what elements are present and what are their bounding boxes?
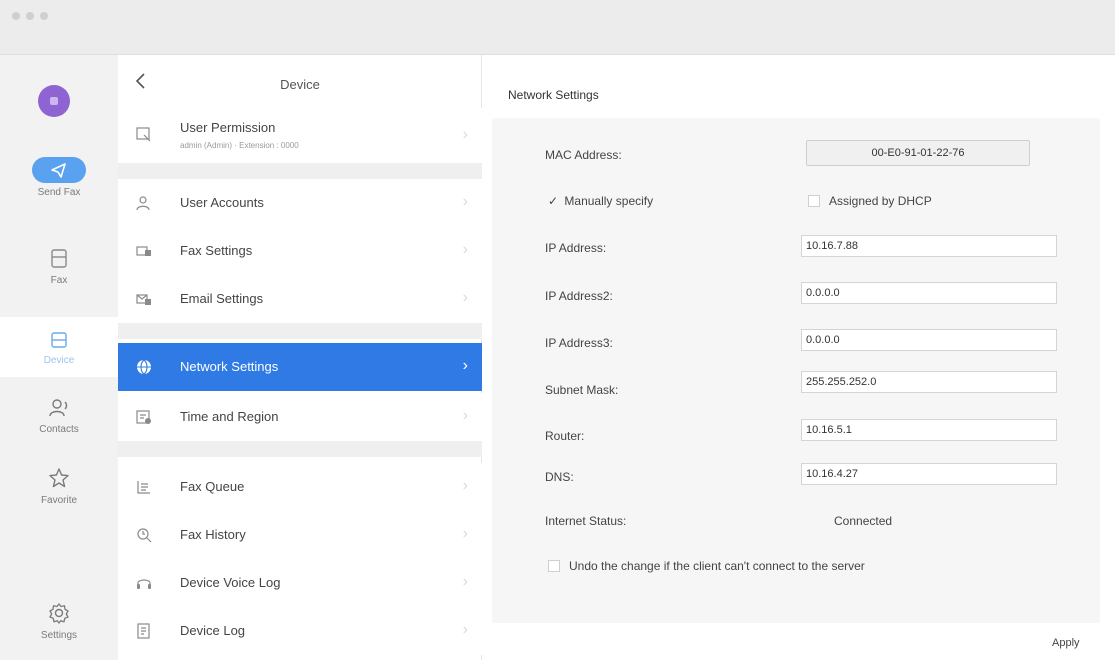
ip-address2-label: IP Address2:: [545, 289, 613, 303]
apply-button[interactable]: Apply: [1052, 637, 1080, 649]
paper-plane-icon: [32, 157, 86, 183]
fax-icon: [15, 247, 103, 272]
user-icon: [136, 195, 152, 211]
dns-field[interactable]: [801, 463, 1057, 485]
nav-send-fax-label: Send Fax: [37, 187, 81, 198]
permission-icon: [136, 126, 152, 142]
menu-item-fax-settings[interactable]: Fax Settings ›: [118, 227, 482, 275]
menu-item-label: Device Log: [180, 623, 246, 638]
manually-specify-label: Manually specify: [564, 194, 654, 208]
menu-item-label: Fax Queue: [180, 479, 245, 494]
nav-favorite-label: Favorite: [40, 495, 78, 506]
zoom-window-button[interactable]: [40, 12, 48, 20]
menu-item-label: User Permission: [180, 120, 276, 135]
minimize-window-button[interactable]: [26, 12, 34, 20]
close-window-button[interactable]: [12, 12, 20, 20]
nav-settings-label: Settings: [40, 630, 78, 641]
ip-address3-label: IP Address3:: [545, 336, 613, 350]
menu-item-label: Time and Region: [180, 409, 279, 424]
chevron-right-icon: ›: [462, 357, 468, 374]
checkmark-icon: ✓: [548, 194, 559, 208]
email-icon: [136, 291, 152, 307]
menu-item-fax-history[interactable]: Fax History ›: [118, 511, 482, 559]
globe-icon: [136, 359, 152, 375]
nav-fax[interactable]: Fax: [15, 247, 103, 286]
assigned-by-dhcp-label: Assigned by DHCP: [829, 194, 932, 208]
history-icon: [136, 527, 152, 543]
nav-settings[interactable]: Settings: [15, 602, 103, 641]
subnet-mask-label: Subnet Mask:: [545, 383, 619, 397]
gear-icon: [15, 602, 103, 627]
manually-specify-radio[interactable]: ✓ Manually specify: [548, 194, 653, 208]
nav-contacts[interactable]: Contacts: [15, 398, 103, 435]
ip-address-label: IP Address:: [545, 241, 607, 255]
menu-item-network-settings[interactable]: Network Settings ›: [118, 343, 482, 391]
permission-subtitle: admin (Admin) · Extension : 0000: [180, 141, 299, 150]
nav-contacts-label: Contacts: [39, 424, 79, 435]
clock-icon: [136, 409, 152, 425]
menu-item-label: Network Settings: [180, 359, 279, 374]
nav-device[interactable]: Device: [0, 317, 118, 377]
subnet-mask-field[interactable]: [801, 371, 1057, 393]
menu-item-label: Device Voice Log: [180, 575, 281, 590]
menu-title: Device: [280, 77, 320, 92]
queue-icon: [136, 479, 152, 495]
menu-item-email-settings[interactable]: Email Settings ›: [118, 275, 482, 323]
star-icon: [15, 467, 103, 492]
menu-item-label: Fax History: [180, 527, 246, 542]
chevron-right-icon: ›: [462, 407, 468, 424]
mac-address-value: 00-E0-91-01-22-76: [806, 140, 1030, 166]
ip-address-field[interactable]: [801, 235, 1057, 257]
nav-fax-label: Fax: [50, 275, 68, 286]
menu-item-user-accounts[interactable]: User Accounts ›: [118, 179, 482, 227]
nav-send-fax[interactable]: Send Fax: [15, 157, 103, 198]
menu-item-device-voice-log[interactable]: Device Voice Log ›: [118, 559, 482, 607]
internet-status-label: Internet Status:: [545, 514, 627, 528]
ip-address3-field[interactable]: [801, 329, 1057, 351]
dns-label: DNS:: [545, 470, 574, 484]
menu-item-label: Email Settings: [180, 291, 264, 306]
chevron-right-icon: ›: [462, 241, 468, 258]
chevron-right-icon: ›: [462, 193, 468, 210]
menu-item-label: User Accounts: [180, 195, 264, 210]
device-menu: Device User Permission admin (Admin) · E…: [118, 55, 482, 660]
menu-header: Device: [118, 67, 482, 99]
internet-status-value: Connected: [834, 514, 893, 528]
chevron-right-icon: ›: [462, 525, 468, 542]
menu-item-device-log[interactable]: Device Log ›: [118, 607, 482, 655]
section-divider: [118, 163, 482, 179]
window-title-bar: [0, 0, 1115, 55]
menu-item-user-permission[interactable]: User Permission admin (Admin) · Extensio…: [118, 108, 482, 163]
chevron-right-icon: ›: [462, 477, 468, 494]
assigned-by-dhcp-checkbox[interactable]: [808, 195, 820, 207]
section-divider: [118, 441, 482, 457]
chevron-right-icon: ›: [462, 621, 468, 638]
nav-device-label: Device: [43, 355, 75, 366]
chevron-right-icon: ›: [462, 289, 468, 306]
ip-address2-field[interactable]: [801, 282, 1057, 304]
fax-settings-icon: [136, 243, 152, 259]
router-field[interactable]: [801, 419, 1057, 441]
section-divider: [118, 323, 482, 339]
avatar[interactable]: [38, 85, 70, 117]
app-nav-rail: Send Fax Fax Device Contacts Favorite Se…: [0, 55, 118, 660]
chevron-right-icon: ›: [462, 573, 468, 590]
contacts-icon: [15, 398, 103, 421]
chevron-right-icon: ›: [462, 126, 468, 143]
menu-item-label: Fax Settings: [180, 243, 253, 258]
device-icon: [0, 331, 118, 352]
panel-title: Network Settings: [508, 88, 599, 102]
undo-change-label: Undo the change if the client can't conn…: [569, 559, 865, 573]
undo-change-checkbox[interactable]: [548, 560, 560, 572]
headset-icon: [136, 575, 152, 591]
menu-item-time-and-region[interactable]: Time and Region ›: [118, 393, 482, 441]
mac-address-label: MAC Address:: [545, 148, 622, 162]
nav-favorite[interactable]: Favorite: [15, 467, 103, 506]
log-icon: [136, 623, 152, 639]
router-label: Router:: [545, 429, 585, 443]
menu-item-fax-queue[interactable]: Fax Queue ›: [118, 463, 482, 511]
